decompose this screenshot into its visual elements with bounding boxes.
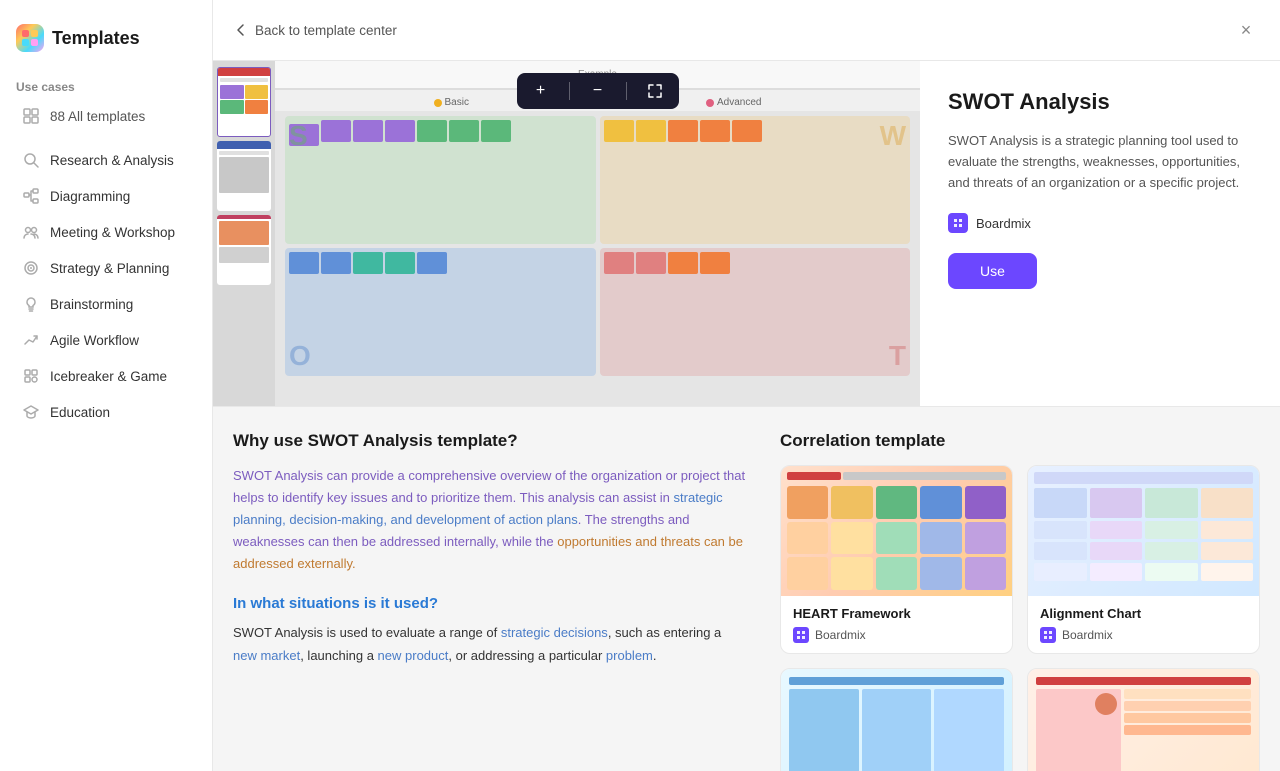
- zoom-divider: [569, 82, 570, 100]
- correlation-card-alignment[interactable]: Alignment Chart: [1027, 465, 1260, 654]
- topbar: Back to template center ×: [213, 0, 1280, 61]
- advanced-tab-dot: [706, 99, 714, 107]
- boardmix-small-icon: [796, 630, 806, 640]
- use-cases-label: Use cases: [0, 72, 212, 98]
- sidebar-item-all-templates[interactable]: 88 All templates: [6, 98, 206, 134]
- sidebar-item-agile[interactable]: Agile Workflow: [6, 322, 206, 358]
- fit-screen-button[interactable]: [643, 79, 667, 103]
- basic-tab: Basic: [434, 97, 469, 108]
- template-author: Boardmix: [948, 213, 1252, 233]
- close-button[interactable]: ×: [1232, 16, 1260, 44]
- sidebar-item-education[interactable]: Education: [6, 394, 206, 430]
- correlation-section: Correlation template: [780, 431, 1260, 771]
- sidebar-item-meeting[interactable]: Meeting & Workshop: [6, 214, 206, 250]
- back-arrow-icon: [233, 22, 249, 38]
- correlation-grid: HEART Framework: [780, 465, 1260, 771]
- card-author-alignment: Boardmix: [1040, 627, 1247, 643]
- zoom-divider-2: [626, 82, 627, 100]
- card-title-alignment: Alignment Chart: [1040, 606, 1247, 621]
- author-name: Boardmix: [976, 216, 1031, 231]
- strategy-icon: [22, 259, 40, 277]
- zoom-controls: + −: [517, 73, 679, 109]
- card-preview-heart: [781, 466, 1012, 596]
- correlation-card-3[interactable]: Distribution Graph: [780, 668, 1013, 771]
- situations-section: In what situations is it used? SWOT Anal…: [233, 595, 748, 666]
- card-author-name-heart: Boardmix: [815, 628, 866, 642]
- why-section: Why use SWOT Analysis template? SWOT Ana…: [233, 431, 748, 771]
- template-preview-section: Example + −: [213, 61, 1280, 407]
- use-template-button[interactable]: Use: [948, 253, 1037, 289]
- boardmix-logo-icon: [952, 217, 964, 229]
- app-title: Templates: [0, 16, 212, 72]
- bottom-section: Why use SWOT Analysis template? SWOT Ana…: [213, 407, 1280, 771]
- all-templates-label: 88 All templates: [50, 109, 145, 124]
- sidebar-item-research[interactable]: Research & Analysis: [6, 142, 206, 178]
- correlation-heading: Correlation template: [780, 431, 1260, 451]
- template-preview-images: Example + −: [213, 61, 920, 406]
- sidebar-item-brainstorming[interactable]: Brainstorming: [6, 286, 206, 322]
- template-title: SWOT Analysis: [948, 89, 1252, 115]
- sidebar-item-strategy[interactable]: Strategy & Planning: [6, 250, 206, 286]
- app-logo: [16, 24, 44, 52]
- meeting-icon: [22, 223, 40, 241]
- card-author-logo-heart: [793, 627, 809, 643]
- content-area: Example + −: [213, 61, 1280, 771]
- card-author-name-alignment: Boardmix: [1062, 628, 1113, 642]
- advanced-tab: Advanced: [706, 97, 761, 108]
- fit-icon: [647, 83, 663, 99]
- basic-tab-dot: [434, 99, 442, 107]
- card-preview-3: [781, 669, 1012, 771]
- card-preview-alignment: [1028, 466, 1259, 596]
- sidebar-item-diagramming[interactable]: Diagramming: [6, 178, 206, 214]
- why-heading: Why use SWOT Analysis template?: [233, 431, 748, 451]
- brainstorming-icon: [22, 295, 40, 313]
- correlation-card-4[interactable]: Target Audience: [1027, 668, 1260, 771]
- correlation-card-heart[interactable]: HEART Framework: [780, 465, 1013, 654]
- boardmix-small-icon-2: [1043, 630, 1053, 640]
- diagramming-icon: [22, 187, 40, 205]
- back-button[interactable]: Back to template center: [233, 22, 397, 38]
- card-info-heart: HEART Framework: [781, 596, 1012, 653]
- all-templates-icon: [22, 107, 40, 125]
- icebreaker-icon: [22, 367, 40, 385]
- education-icon: [22, 403, 40, 421]
- main-content: Back to template center ×: [213, 0, 1280, 771]
- why-text: SWOT Analysis can provide a comprehensiv…: [233, 465, 748, 575]
- zoom-in-button[interactable]: +: [529, 79, 553, 103]
- card-author-logo-alignment: [1040, 627, 1056, 643]
- template-info-panel: SWOT Analysis SWOT Analysis is a strateg…: [920, 61, 1280, 406]
- sidebar-item-icebreaker[interactable]: Icebreaker & Game: [6, 358, 206, 394]
- sidebar: Templates Use cases 88 All templates Res…: [0, 0, 213, 771]
- research-icon: [22, 151, 40, 169]
- card-info-alignment: Alignment Chart: [1028, 596, 1259, 653]
- situations-text: SWOT Analysis is used to evaluate a rang…: [233, 622, 748, 666]
- template-description: SWOT Analysis is a strategic planning to…: [948, 131, 1252, 193]
- situations-heading: In what situations is it used?: [233, 595, 748, 612]
- author-logo: [948, 213, 968, 233]
- zoom-out-button[interactable]: −: [586, 79, 610, 103]
- card-author-heart: Boardmix: [793, 627, 1000, 643]
- card-title-heart: HEART Framework: [793, 606, 1000, 621]
- card-preview-4: [1028, 669, 1259, 771]
- agile-icon: [22, 331, 40, 349]
